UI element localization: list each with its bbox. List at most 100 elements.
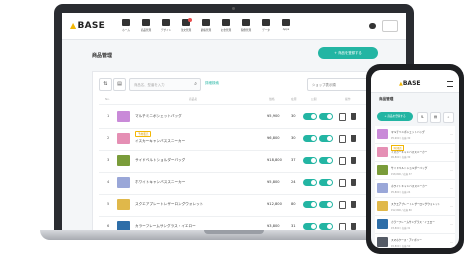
product-price: ¥3,800 <box>267 224 280 228</box>
brush-icon <box>162 19 170 26</box>
list-item[interactable]: ホワイトキャンバススニーカー ¥5,800 / 在庫 24 ⋯ <box>375 180 455 198</box>
trash-icon[interactable] <box>351 223 356 230</box>
product-name[interactable]: マルチミニポシェットバッグ <box>135 114 182 119</box>
publish-toggle[interactable] <box>303 113 317 120</box>
copy-icon[interactable] <box>339 157 346 165</box>
table-row[interactable]: 6 カラーフレームサングラス・イエロー ¥3,800 31 <box>99 216 373 230</box>
table-row[interactable]: 5 スクエアプレートレザーロングウォレット ¥12,800 80 <box>99 194 373 217</box>
product-thumbnail <box>117 111 130 122</box>
top-bar: ▲BASE ホーム 商品管理 デザイン 注文管理 顧客管理 お金管理 税務管理 … <box>62 13 406 40</box>
phone-add-product-button[interactable]: + 商品を登録する <box>377 112 413 121</box>
product-name[interactable]: ホワイトキャンバススニーカー <box>135 180 185 185</box>
table-row[interactable]: 4 ホワイトキャンバススニーカー ¥5,800 24 <box>99 172 373 195</box>
search-icon[interactable]: ⌕ <box>443 112 454 123</box>
copy-icon[interactable] <box>339 179 346 187</box>
product-price: ¥6,800 / 在庫 30 <box>391 156 411 159</box>
product-name[interactable]: イスカーキャンバススニーカー <box>135 139 185 144</box>
list-item[interactable]: スクエアプレートレザーロングウォレット ¥12,800 / 在庫 80 ⋯ <box>375 198 455 216</box>
visibility-toggle[interactable] <box>319 223 333 230</box>
publish-toggle[interactable] <box>303 179 317 186</box>
detail-search-link[interactable]: 詳細検索 <box>205 81 219 86</box>
more-icon[interactable]: ⋯ <box>450 168 453 172</box>
copy-icon[interactable] <box>339 201 346 209</box>
camera-dot <box>232 7 235 10</box>
row-number: 1 <box>107 114 110 118</box>
search-icon[interactable]: ⌕ <box>194 81 197 87</box>
visibility-toggle[interactable] <box>319 201 333 208</box>
copy-icon[interactable] <box>339 135 346 143</box>
more-icon[interactable]: ⋯ <box>450 222 453 226</box>
product-price: ¥5,900 / 在庫 30 <box>391 137 411 140</box>
product-name: スマホケース・アイボリー <box>391 239 422 242</box>
nav-item-apps[interactable]: Apps <box>276 16 296 38</box>
product-thumbnail <box>377 147 388 157</box>
product-price: ¥5,900 <box>267 114 280 118</box>
trash-icon[interactable] <box>351 201 356 208</box>
product-stock: 31 <box>291 224 296 228</box>
product-price: ¥18,800 / 在庫 37 <box>391 173 412 176</box>
product-name[interactable]: サイドベルトショルダーバッグ <box>135 158 185 163</box>
visibility-toggle[interactable] <box>319 113 333 120</box>
list-item[interactable]: 予約販売 イスカーキャンバススニーカー ¥6,800 / 在庫 30 ⋯ <box>375 144 455 162</box>
copy-icon[interactable] <box>339 223 346 230</box>
trash-icon[interactable] <box>351 135 356 142</box>
copy-icon[interactable] <box>339 113 346 121</box>
list-item[interactable]: サイドベルトショルダーバッグ ¥18,800 / 在庫 37 ⋯ <box>375 162 455 180</box>
table-row[interactable]: 3 サイドベルトショルダーバッグ ¥18,800 37 <box>99 150 373 173</box>
more-icon[interactable]: ⋯ <box>450 150 453 154</box>
add-product-button[interactable]: + 商品を登録する <box>318 47 378 59</box>
product-name[interactable]: スクエアプレートレザーロングウォレット <box>135 202 203 207</box>
nav-item-tax[interactable]: 税務管理 <box>236 16 256 38</box>
card-icon <box>202 19 210 26</box>
list-item[interactable]: マルチミニポシェットバッグ ¥5,900 / 在庫 30 ⋯ <box>375 126 455 144</box>
visibility-toggle[interactable] <box>319 157 333 164</box>
chat-icon[interactable] <box>369 23 376 29</box>
sort-icon[interactable]: ⇅ <box>417 112 428 123</box>
nav-item-home[interactable]: ホーム <box>116 16 136 38</box>
row-number: 5 <box>107 202 110 206</box>
category-icon[interactable]: ▤ <box>430 112 441 123</box>
trash-icon[interactable] <box>351 113 356 120</box>
product-name[interactable]: カラーフレームサングラス・イエロー <box>135 224 196 229</box>
laptop-notch <box>204 230 264 234</box>
nav-item-data[interactable]: データ <box>256 16 276 38</box>
nav-item-customers[interactable]: 顧客管理 <box>196 16 216 38</box>
category-icon[interactable]: ▤ <box>113 78 126 91</box>
nav-item-orders[interactable]: 注文管理 <box>176 16 196 38</box>
visibility-toggle[interactable] <box>319 135 333 142</box>
brand-logo[interactable]: ▲BASE <box>70 21 105 31</box>
product-stock: 37 <box>291 158 296 162</box>
sort-icon[interactable]: ⇅ <box>99 78 112 91</box>
publish-toggle[interactable] <box>303 135 317 142</box>
publish-toggle[interactable] <box>303 201 317 208</box>
publish-toggle[interactable] <box>303 157 317 164</box>
product-thumbnail <box>117 177 130 188</box>
hamburger-menu-icon[interactable] <box>447 81 453 87</box>
sort-order-select[interactable]: ショップ表示順 ⌄ <box>307 78 373 91</box>
trash-icon[interactable] <box>351 179 356 186</box>
phone-brand-logo[interactable]: ▲BASE <box>399 80 421 87</box>
table-row[interactable]: 2 予約販売 イスカーキャンバススニーカー ¥6,800 30 <box>99 128 373 151</box>
visibility-toggle[interactable] <box>319 179 333 186</box>
publish-toggle[interactable] <box>303 223 317 230</box>
header-action: 操作 <box>345 97 351 101</box>
search-input[interactable]: 商品名、型番を入力 ⌕ <box>129 78 201 91</box>
list-item[interactable]: スマホケース・アイボリー ¥2,800 / 在庫 50 ⋯ <box>375 234 455 248</box>
table-row[interactable]: 1 マルチミニポシェットバッグ ¥5,900 30 <box>99 106 373 129</box>
more-icon[interactable]: ⋯ <box>450 240 453 244</box>
more-icon[interactable]: ⋯ <box>450 204 453 208</box>
more-icon[interactable]: ⋯ <box>450 186 453 190</box>
nav-item-money[interactable]: お金管理 <box>216 16 236 38</box>
nav-item-design[interactable]: デザイン <box>156 16 176 38</box>
list-item[interactable]: カラーフレームサングラス・イエロー ¥3,800 / 在庫 31 ⋯ <box>375 216 455 234</box>
more-icon[interactable]: ⋯ <box>450 132 453 136</box>
account-menu-button[interactable] <box>382 20 398 32</box>
row-number: 2 <box>107 136 110 140</box>
product-price: ¥2,800 / 在庫 50 <box>391 245 411 248</box>
table-header: No. 商品名 価格 在庫 公開 操作 <box>99 96 373 105</box>
trash-icon[interactable] <box>351 157 356 164</box>
nav-item-products[interactable]: 商品管理 <box>136 16 156 38</box>
product-thumbnail <box>377 201 388 211</box>
chart-icon <box>262 19 270 26</box>
home-icon <box>122 19 130 26</box>
